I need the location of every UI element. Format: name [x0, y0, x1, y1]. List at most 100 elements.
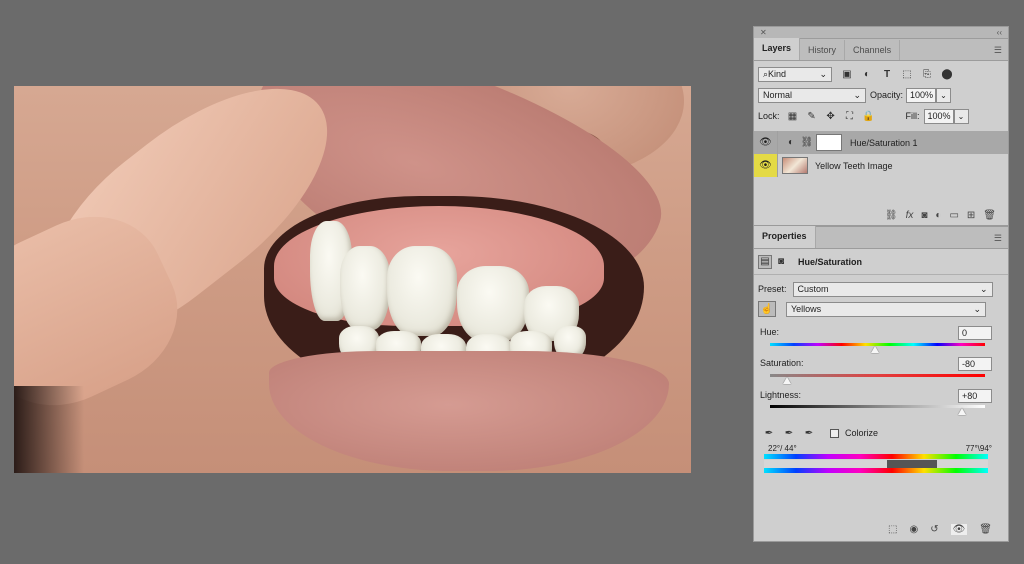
- opacity-dropdown-icon[interactable]: ⌄: [936, 87, 952, 103]
- layers-panel: ✕ ‹‹ Layers History Channels ☰ ⌕Kind ⌄ ▣…: [753, 26, 1009, 226]
- chevron-down-icon: ⌄: [979, 283, 988, 294]
- range-left-readout: 22°/ 44°: [768, 444, 797, 453]
- visibility-eye-icon[interactable]: 👁: [754, 154, 778, 177]
- eyedropper-row: ✒ ✒ ✒ Colorize: [758, 425, 882, 441]
- color-range-bar-bottom: [764, 468, 988, 473]
- properties-bottom-toolbar: ⬚ ◉ ↺ 👁 🗑: [888, 524, 992, 535]
- link-layers-icon[interactable]: ⛓: [885, 210, 898, 221]
- preset-row: Preset: Custom ⌄: [754, 279, 1008, 299]
- properties-tabs: Properties ☰: [754, 226, 1008, 249]
- view-previous-state-icon[interactable]: ◉: [909, 524, 918, 535]
- channel-select[interactable]: Yellows ⌄: [786, 301, 986, 317]
- shadow-edge: [14, 386, 84, 473]
- colorize-checkbox[interactable]: [830, 428, 839, 438]
- color-range-bar-top: [764, 454, 988, 459]
- filter-shape-icon[interactable]: ⬚: [900, 67, 914, 81]
- preset-label: Preset:: [758, 284, 787, 294]
- eyedropper-icon[interactable]: ✒: [762, 426, 776, 440]
- chevron-down-icon: ⌄: [819, 68, 827, 79]
- filter-row: ⌕Kind ⌄ ▣ ◐ T ⬚ ⎘ ⬤: [754, 63, 1008, 85]
- adjustment-header: ▤ ◙ Hue/Saturation: [754, 249, 1008, 275]
- link-icon[interactable]: ⛓: [800, 136, 814, 150]
- eyedropper-minus-icon[interactable]: ✒: [802, 426, 816, 440]
- fill-dropdown-icon[interactable]: ⌄: [953, 108, 969, 124]
- new-layer-icon[interactable]: ⊞: [967, 210, 975, 221]
- lock-row: Lock: ▦ ✎ ✥ ⛶ 🔒 Fill: 100% ⌄: [754, 105, 1008, 127]
- new-group-icon[interactable]: ▭: [949, 210, 958, 221]
- lock-label: Lock:: [758, 111, 780, 121]
- close-panel-icon[interactable]: ✕: [760, 28, 767, 37]
- layer-row-hue-saturation[interactable]: 👁 ◐ ⛓ Hue/Saturation 1: [754, 131, 1008, 154]
- filter-kind-select[interactable]: ⌕Kind ⌄: [758, 66, 832, 82]
- layer-mask-thumbnail[interactable]: [816, 134, 842, 151]
- tab-properties[interactable]: Properties: [754, 226, 816, 248]
- saturation-slider-track[interactable]: [770, 374, 985, 377]
- layer-name[interactable]: Hue/Saturation 1: [850, 138, 918, 148]
- reset-icon[interactable]: ↺: [930, 524, 938, 535]
- targeted-adjustment-hand-icon[interactable]: ☝: [758, 301, 776, 317]
- lock-artboard-icon[interactable]: ⛶: [843, 109, 857, 123]
- chevron-down-icon: ⌄: [973, 303, 981, 314]
- trash-icon[interactable]: 🗑: [983, 210, 996, 221]
- filter-type-icon[interactable]: T: [880, 67, 894, 81]
- lock-all-icon[interactable]: 🔒: [862, 109, 876, 123]
- blend-row: Normal ⌄ Opacity: 100% ⌄: [754, 85, 1008, 105]
- adjustment-layer-icon: ◐: [787, 137, 795, 148]
- tooth: [457, 266, 529, 341]
- lock-paint-icon[interactable]: ✎: [805, 109, 819, 123]
- clip-to-layer-icon[interactable]: ⬚: [888, 524, 897, 535]
- fx-icon[interactable]: fx: [906, 210, 914, 221]
- fill-input[interactable]: 100%: [923, 108, 954, 124]
- range-right-readout: 77°\94°: [965, 444, 992, 453]
- filter-pixel-icon[interactable]: ▣: [840, 67, 854, 81]
- colorize-label[interactable]: Colorize: [845, 428, 878, 438]
- layer-name[interactable]: Yellow Teeth Image: [815, 161, 893, 171]
- panel-menu-icon[interactable]: ☰: [994, 45, 1002, 56]
- range-selector[interactable]: [764, 460, 988, 468]
- layers-bottom-toolbar: ⛓ fx ◙ ◐ ▭ ⊞ 🗑: [885, 210, 996, 221]
- lightness-slider-thumb[interactable]: [958, 408, 966, 415]
- collapse-panel-icon[interactable]: ‹‹: [997, 28, 1002, 37]
- hue-input[interactable]: 0: [958, 326, 992, 340]
- visibility-eye-icon[interactable]: 👁: [754, 131, 778, 154]
- document-canvas[interactable]: [14, 86, 691, 473]
- filter-adjustment-icon[interactable]: ◐: [860, 67, 874, 81]
- panel-menu-icon[interactable]: ☰: [994, 233, 1002, 244]
- channel-row: ☝ Yellows ⌄: [754, 299, 1008, 319]
- toggle-visibility-icon[interactable]: 👁: [950, 524, 968, 535]
- hue-slider-thumb[interactable]: [871, 346, 879, 353]
- chevron-down-icon: ⌄: [853, 89, 861, 100]
- hue-saturation-icon[interactable]: ▤: [758, 254, 772, 269]
- lightness-slider-track[interactable]: [770, 405, 985, 408]
- add-mask-icon[interactable]: ◙: [921, 210, 927, 221]
- mask-icon[interactable]: ◙: [774, 255, 788, 269]
- trash-icon[interactable]: 🗑: [979, 524, 992, 535]
- eyedropper-plus-icon[interactable]: ✒: [782, 426, 796, 440]
- saturation-input[interactable]: -80: [958, 357, 992, 371]
- lightness-label: Lightness:: [760, 390, 802, 400]
- tab-history[interactable]: History: [800, 40, 846, 60]
- new-adjustment-icon[interactable]: ◐: [935, 210, 941, 221]
- range-selector-handle[interactable]: [887, 460, 937, 468]
- filter-smart-object-icon[interactable]: ⎘: [920, 67, 934, 81]
- opacity-label: Opacity:: [870, 90, 904, 100]
- hue-label: Hue:: [760, 327, 780, 337]
- tab-layers[interactable]: Layers: [754, 38, 801, 60]
- tooth: [387, 246, 457, 336]
- preset-select[interactable]: Custom ⌄: [792, 281, 993, 297]
- filter-toggle-icon[interactable]: ⬤: [940, 67, 954, 81]
- blend-mode-select[interactable]: Normal ⌄: [758, 87, 866, 103]
- opacity-input[interactable]: 100%: [906, 87, 937, 103]
- layer-row-yellow-teeth[interactable]: 👁 Yellow Teeth Image: [754, 154, 1008, 177]
- saturation-label: Saturation:: [760, 358, 804, 368]
- lock-position-icon[interactable]: ✥: [824, 109, 838, 123]
- tab-channels[interactable]: Channels: [845, 40, 901, 60]
- fill-label: Fill:: [905, 111, 920, 121]
- lock-transparent-icon[interactable]: ▦: [786, 109, 800, 123]
- saturation-slider-thumb[interactable]: [783, 377, 791, 384]
- layer-thumbnail[interactable]: [782, 157, 808, 174]
- lightness-input[interactable]: +80: [958, 389, 992, 403]
- adjustment-title: Hue/Saturation: [798, 256, 863, 267]
- tooth: [340, 246, 390, 330]
- layers-tabs: Layers History Channels ☰: [754, 38, 1008, 61]
